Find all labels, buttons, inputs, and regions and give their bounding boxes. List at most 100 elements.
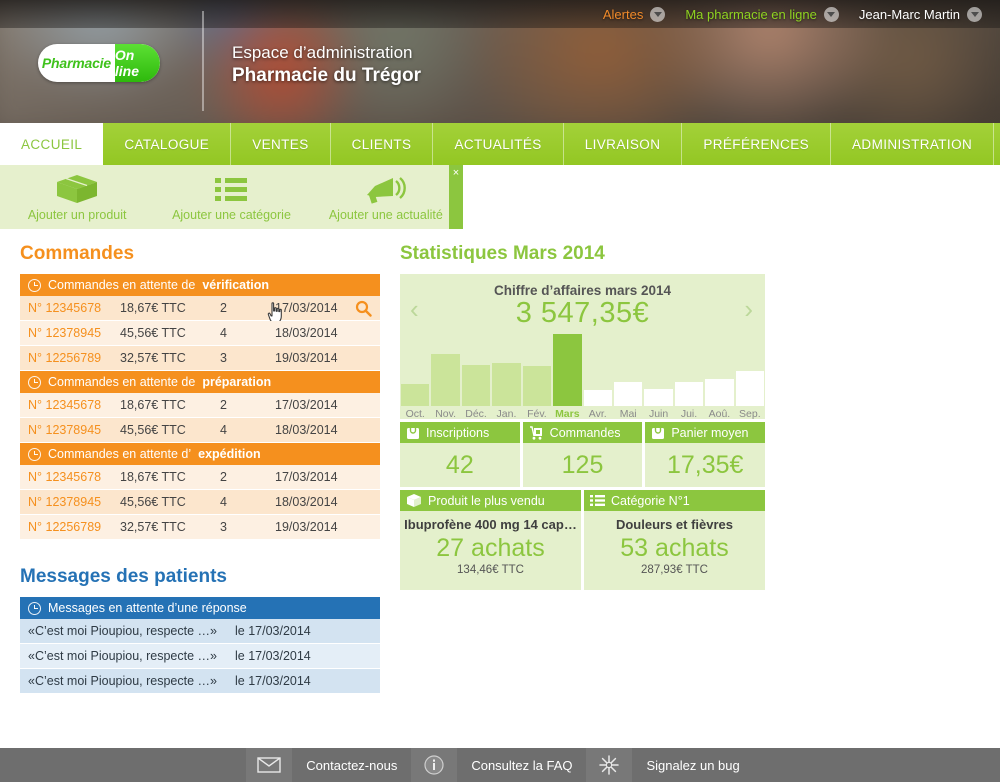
carousel-prev-button[interactable]: ‹ xyxy=(410,296,419,322)
table-row[interactable]: N° 12345678 18,67€ TTC 2 17/03/2014 xyxy=(20,393,380,418)
chart-bar-column xyxy=(704,334,734,406)
kpi-commandes[interactable]: Commandes 125 xyxy=(522,422,643,487)
chevron-down-icon[interactable] xyxy=(650,6,666,22)
kpi-label: Inscriptions xyxy=(426,425,490,440)
order-date: 19/03/2014 xyxy=(275,351,338,365)
quick-action-add-product[interactable]: Ajouter un produit xyxy=(0,165,154,229)
chart-bar-column xyxy=(552,334,582,406)
nav-item-ventes[interactable]: VENTES xyxy=(231,123,331,165)
chart-x-tick-label: Juin xyxy=(648,408,669,420)
order-quantity: 2 xyxy=(220,470,227,484)
order-view-button[interactable] xyxy=(346,300,380,317)
carousel-value: 3 547,35€ xyxy=(515,297,650,329)
list-icon xyxy=(215,177,248,201)
top-utility-bar: Alertes Ma pharmacie en ligne Jean-Marc … xyxy=(593,0,992,28)
chart-bar-column xyxy=(400,334,430,406)
chevron-down-icon[interactable] xyxy=(967,6,982,22)
nav-item-actualites[interactable]: ACTUALITÉS xyxy=(433,123,564,165)
clock-icon xyxy=(28,601,41,615)
top-product-value: 27 achats xyxy=(436,534,545,562)
table-row[interactable]: N° 12345678 18,67€ TTC 2 17/03/2014 xyxy=(20,296,380,324)
table-row[interactable]: N° 12378945 45,56€ TTC 4 18/03/2014 xyxy=(20,490,380,515)
kpi-body: 125 xyxy=(523,443,643,487)
nav-item-accueil[interactable]: ACCUEIL xyxy=(0,123,104,165)
table-row[interactable]: N° 12256789 32,57€ TTC 3 19/03/2014 xyxy=(20,515,380,540)
carousel-next-button[interactable]: › xyxy=(744,296,753,322)
nav-label: LIVRAISON xyxy=(584,136,661,152)
list-item[interactable]: «C’est moi Pioupiou, respecte …» le 17/0… xyxy=(20,669,380,694)
table-row[interactable]: N° 12378945 45,56€ TTC 4 18/03/2014 xyxy=(20,418,380,443)
quick-action-add-category[interactable]: Ajouter une catégorie xyxy=(154,165,308,229)
chevron-down-icon[interactable] xyxy=(823,6,839,22)
footer-link-bug[interactable]: Signalez un bug xyxy=(632,748,753,782)
order-date: 18/03/2014 xyxy=(275,326,338,340)
order-number: N° 12378945 xyxy=(28,495,102,509)
chart-bar-column xyxy=(583,334,613,406)
messages-table: Messages en attente d’une réponse «C’est… xyxy=(20,597,380,694)
footer-bug-icon-button[interactable] xyxy=(586,748,633,782)
chart-bar xyxy=(705,379,734,406)
topbar-item-alertes[interactable]: Alertes xyxy=(593,0,675,28)
order-amount: 18,67€ TTC xyxy=(120,398,186,412)
footer-link-contact[interactable]: Contactez-nous xyxy=(292,748,411,782)
order-quantity: 2 xyxy=(220,301,227,315)
table-row[interactable]: N° 12256789 32,57€ TTC 3 19/03/2014 xyxy=(20,346,380,371)
kpi-row: Inscriptions 42 Commandes 125 Panier moy… xyxy=(400,422,766,487)
bag-icon xyxy=(407,427,419,439)
order-amount: 18,67€ TTC xyxy=(120,301,186,315)
top-product-card[interactable]: Produit le plus vendu Ibuprofène 400 mg … xyxy=(400,490,581,590)
order-quantity: 4 xyxy=(220,326,227,340)
kpi-value: 125 xyxy=(561,450,604,479)
orders-group-label-bold: vérification xyxy=(202,278,270,292)
chart-bar-column xyxy=(613,334,643,406)
nav-item-administration[interactable]: ADMINISTRATION xyxy=(831,123,995,165)
logo-text-left: Pharmacie xyxy=(41,55,111,71)
chart-bar-column xyxy=(461,334,491,406)
nav-item-clients[interactable]: CLIENTS xyxy=(330,123,434,165)
close-icon[interactable]: × xyxy=(449,165,463,229)
order-date: 19/03/2014 xyxy=(275,520,338,534)
kpi-header: Inscriptions xyxy=(400,422,520,443)
quick-actions-bar: Ajouter un produit Ajouter une catégorie… xyxy=(0,165,463,229)
quick-action-label: Ajouter une actualité xyxy=(328,207,443,222)
messages-group-header: Messages en attente d’une réponse xyxy=(20,597,380,619)
page-root: Alertes Ma pharmacie en ligne Jean-Marc … xyxy=(0,0,1000,782)
nav-orders-button[interactable]: 3 xyxy=(994,123,1000,165)
table-row[interactable]: N° 12345678 18,67€ TTC 2 17/03/2014 xyxy=(20,465,380,490)
list-item[interactable]: «C’est moi Pioupiou, respecte …» le 17/0… xyxy=(20,619,380,644)
nav-item-preferences[interactable]: PRÉFÉRENCES xyxy=(682,123,832,165)
header-subtitle: Espace d’administration xyxy=(232,43,413,62)
table-row[interactable]: N° 12378945 45,56€ TTC 4 18/03/2014 xyxy=(20,321,380,346)
footer-faq-icon-button[interactable] xyxy=(411,748,458,782)
order-number: N° 12345678 xyxy=(28,470,102,484)
header-title-block: Espace d’administration Pharmacie du Tré… xyxy=(232,42,421,88)
kpi-value: 42 xyxy=(445,450,474,479)
kpi-panier-moyen[interactable]: Panier moyen 17,35€ xyxy=(645,422,766,487)
nav-item-catalogue[interactable]: CATALOGUE xyxy=(103,123,232,165)
order-number: N° 12345678 xyxy=(28,301,102,315)
revenue-carousel: ‹ › Chiffre d’affaires mars 2014 3 547,3… xyxy=(400,274,765,420)
chart-bar-column xyxy=(491,334,521,406)
nav-item-livraison[interactable]: LIVRAISON xyxy=(563,123,683,165)
topbar-item-ma-pharmacie[interactable]: Ma pharmacie en ligne xyxy=(675,0,849,28)
footer-link-faq[interactable]: Consultez la FAQ xyxy=(457,748,586,782)
chart-x-tick-label: Avr. xyxy=(588,408,607,420)
list-item[interactable]: «C’est moi Pioupiou, respecte …» le 17/0… xyxy=(20,644,380,669)
chart-x-tick-label: Fév. xyxy=(527,408,547,420)
logo-pharmacie-online[interactable]: Pharmacie On line xyxy=(38,44,160,82)
kpi-inscriptions[interactable]: Inscriptions 42 xyxy=(400,422,520,487)
top-product-name: Ibuprofène 400 mg 14 cap… xyxy=(404,517,577,532)
megaphone-icon xyxy=(366,176,406,204)
top-category-card[interactable]: Catégorie N°1 Douleurs et fièvres 53 ach… xyxy=(584,490,765,590)
kpi-label: Panier moyen xyxy=(671,425,749,440)
top-product-sub: 134,46€ TTC xyxy=(457,564,524,576)
topbar-item-user[interactable]: Jean-Marc Martin xyxy=(849,0,992,28)
chart-x-tick-label: Sep. xyxy=(739,408,761,420)
chart-bar xyxy=(461,365,491,406)
chart-bar xyxy=(674,382,704,406)
quick-action-add-news[interactable]: Ajouter une actualité xyxy=(309,165,463,229)
left-column: Commandes Commandes en attente de vérifi… xyxy=(20,243,380,694)
footer-contact-icon-button[interactable] xyxy=(246,748,293,782)
clock-icon xyxy=(28,447,41,461)
chart-x-tick-label: Aoû. xyxy=(708,408,731,420)
